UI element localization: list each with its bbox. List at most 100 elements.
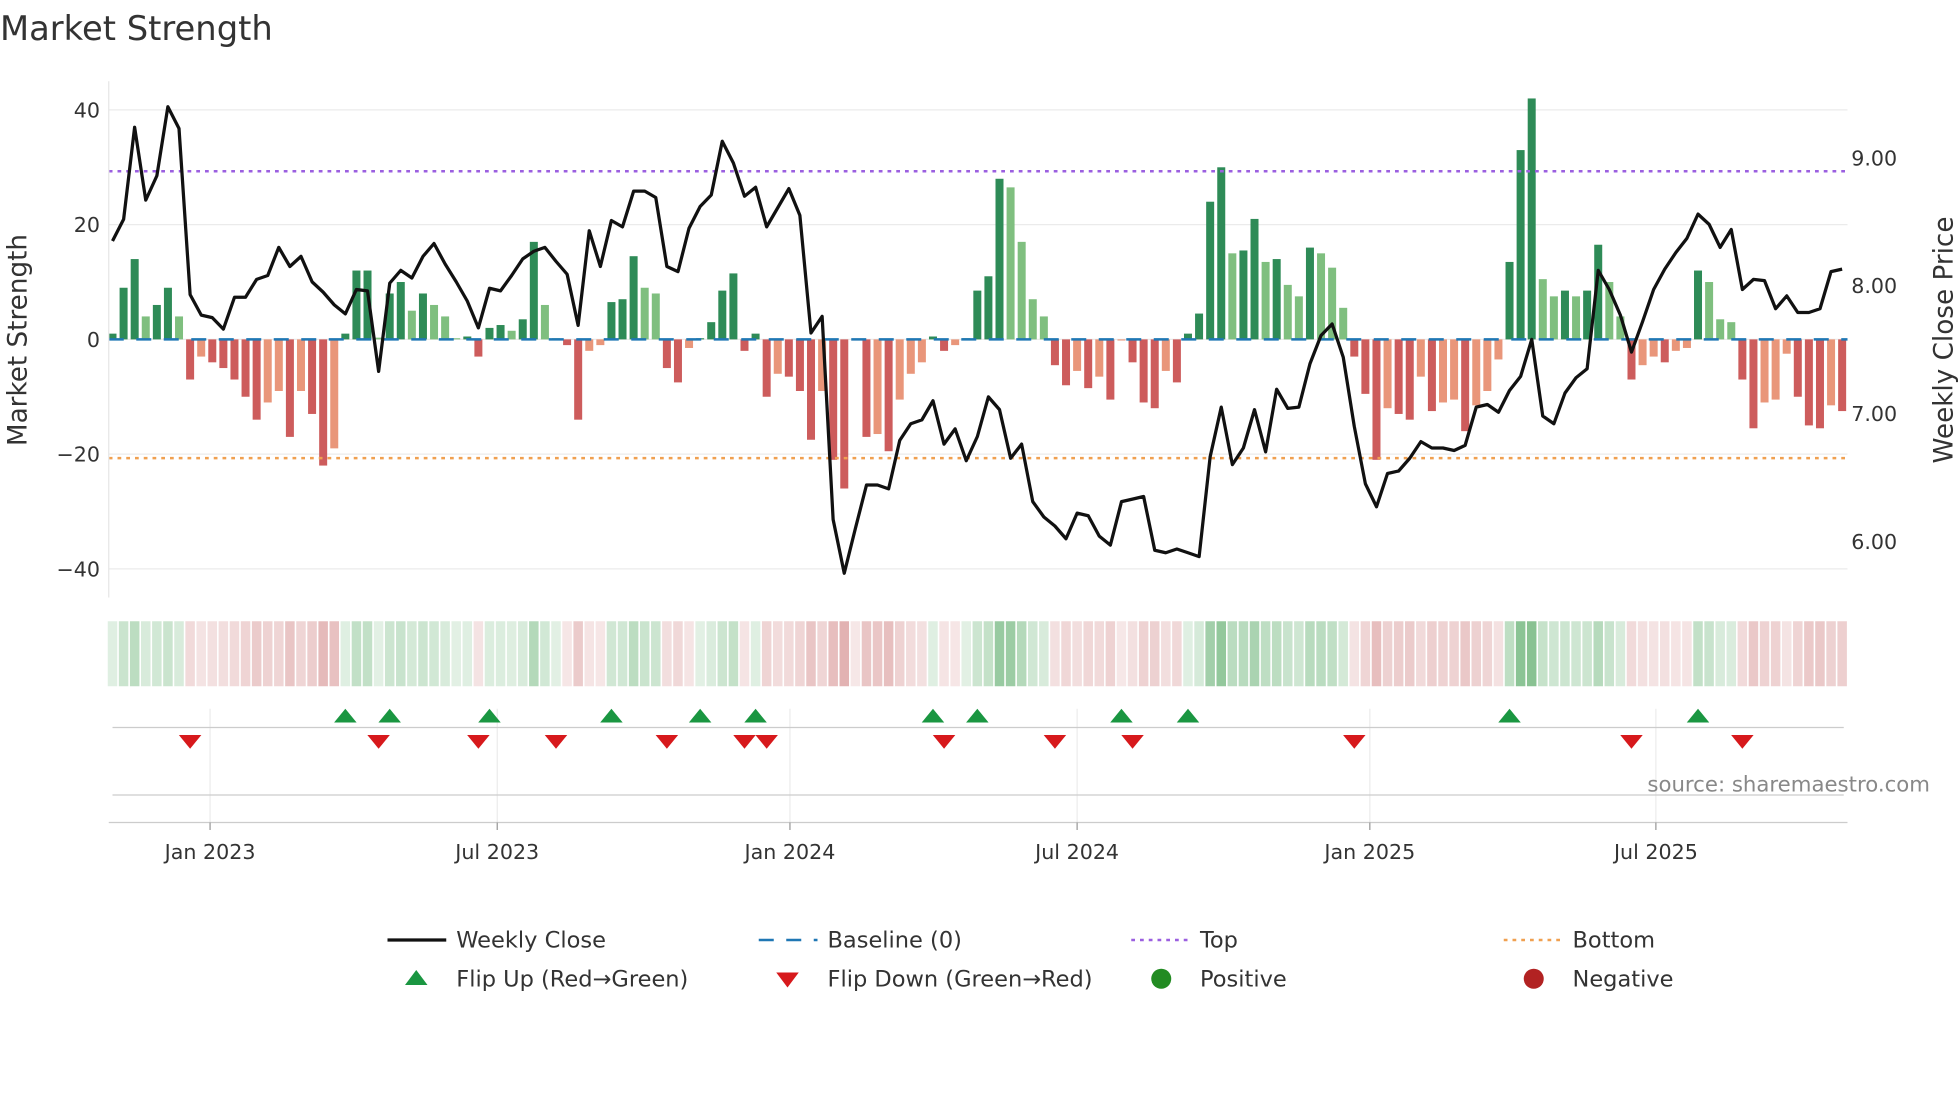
strength-strip-cell — [1593, 621, 1603, 687]
x-tick-label: Jul 2023 — [453, 840, 539, 864]
legend-label: Baseline (0) — [828, 928, 962, 954]
strength-bar — [1838, 339, 1847, 412]
strength-strip-cell — [351, 621, 362, 687]
strength-bar — [762, 339, 771, 397]
strength-bar — [175, 316, 184, 340]
strength-bar — [430, 304, 439, 340]
strength-bar — [1549, 296, 1558, 340]
strength-strip-cell — [240, 621, 251, 687]
strength-bar — [1450, 339, 1459, 400]
strength-strip-cell — [540, 621, 550, 687]
flip-down-marker — [1043, 735, 1067, 749]
strength-strip-cell — [1526, 621, 1537, 687]
strength-strip-cell — [307, 621, 317, 687]
strength-bar — [1161, 339, 1170, 371]
strength-bar — [418, 293, 427, 340]
y-tick-label: 20 — [74, 213, 100, 237]
legend-item: Flip Down (Green→Red) — [776, 966, 1093, 992]
legend-item: Positive — [1151, 966, 1287, 992]
strength-strip-cell — [1626, 621, 1637, 687]
strength-strip-cell — [1770, 621, 1781, 687]
strength-strip-cell — [1748, 621, 1759, 687]
strength-strip-cell — [1560, 621, 1570, 687]
strength-strip-cell — [1515, 621, 1526, 687]
strength-strip-cell — [506, 621, 517, 687]
strength-strip-cell — [384, 621, 395, 687]
strength-bar — [884, 339, 893, 452]
strength-bar — [1305, 247, 1314, 340]
strength-strip-cell — [639, 621, 650, 687]
x-tick-label: Jul 2024 — [1033, 840, 1119, 864]
strength-bar — [640, 287, 649, 340]
legend-label: Weekly Close — [456, 928, 606, 954]
strength-bar — [1815, 339, 1824, 429]
strength-bar — [795, 339, 804, 391]
strength-strip-cell — [196, 621, 206, 687]
strength-bar — [1128, 339, 1137, 363]
strength-bar — [1671, 339, 1680, 351]
strength-bar — [1095, 339, 1104, 377]
strength-bar — [396, 282, 405, 340]
flip-down-marker — [1121, 735, 1144, 749]
strength-strip-cell — [1493, 621, 1504, 687]
strength-strip-cell — [185, 621, 195, 687]
strength-strip-cell — [750, 621, 761, 687]
flip-up-marker — [744, 708, 767, 723]
strength-strip-cell — [1349, 621, 1360, 687]
strength-bar — [673, 339, 682, 383]
chart-title: Market Strength — [0, 9, 273, 48]
strength-strip-cell — [1050, 621, 1060, 687]
strength-strip-cell — [684, 621, 694, 687]
strength-strip-cell — [894, 621, 905, 687]
strength-bar — [1516, 150, 1525, 340]
strength-strip-cell — [1094, 621, 1105, 687]
strength-strip-cell — [617, 621, 628, 687]
strength-bar — [1416, 339, 1425, 377]
strength-bar — [1494, 339, 1503, 360]
strength-bar — [496, 325, 505, 340]
strength-bar — [707, 322, 716, 340]
strength-bar — [917, 339, 926, 363]
strength-strip-cell — [806, 621, 816, 687]
strength-strip-cell — [1737, 621, 1748, 687]
strength-bar — [685, 339, 694, 348]
strength-strip-cell — [1571, 621, 1581, 687]
strength-bar — [1062, 339, 1071, 386]
strength-strip-cell — [440, 621, 450, 687]
y2-tick-label: 9.00 — [1851, 146, 1897, 170]
strength-strip-cell — [673, 621, 683, 687]
strength-strip-cell — [972, 621, 983, 687]
strength-bar — [219, 339, 228, 369]
strength-strip-cell — [706, 621, 716, 687]
legend-item: Flip Up (Red→Green) — [405, 966, 688, 992]
flip-down-marker — [178, 735, 202, 749]
strength-bar — [1749, 339, 1758, 429]
y-tick-label: 40 — [74, 98, 100, 122]
strength-strip-cell — [1072, 621, 1082, 687]
strength-bar — [1006, 187, 1015, 340]
y2-tick-label: 8.00 — [1851, 274, 1897, 298]
strength-bar — [1771, 339, 1780, 400]
strength-bar — [529, 241, 538, 340]
strength-bar — [296, 339, 305, 391]
strength-strip-cell — [1427, 621, 1437, 687]
strength-strip-cell — [606, 621, 617, 687]
strength-bar — [1283, 284, 1292, 340]
strength-strip-cell — [1172, 621, 1182, 687]
strength-strip-cell — [1249, 621, 1260, 687]
strength-strip-cell — [318, 621, 328, 687]
strength-strip-cell — [1449, 621, 1459, 687]
flip-up-marker — [1686, 708, 1710, 723]
strength-bar — [1560, 290, 1569, 340]
strength-bar — [1427, 339, 1436, 412]
strength-strip-cell — [1127, 621, 1138, 687]
strength-bar — [1206, 201, 1215, 340]
strength-strip-cell — [1327, 621, 1337, 687]
strength-bar — [563, 339, 572, 346]
strength-bar — [1727, 322, 1736, 340]
strength-strip-cell — [1759, 621, 1770, 687]
strength-strip-cell — [118, 621, 129, 687]
legend-label: Flip Up (Red→Green) — [456, 966, 688, 992]
strength-bar — [1106, 339, 1115, 400]
strength-strip-cell — [695, 621, 705, 687]
